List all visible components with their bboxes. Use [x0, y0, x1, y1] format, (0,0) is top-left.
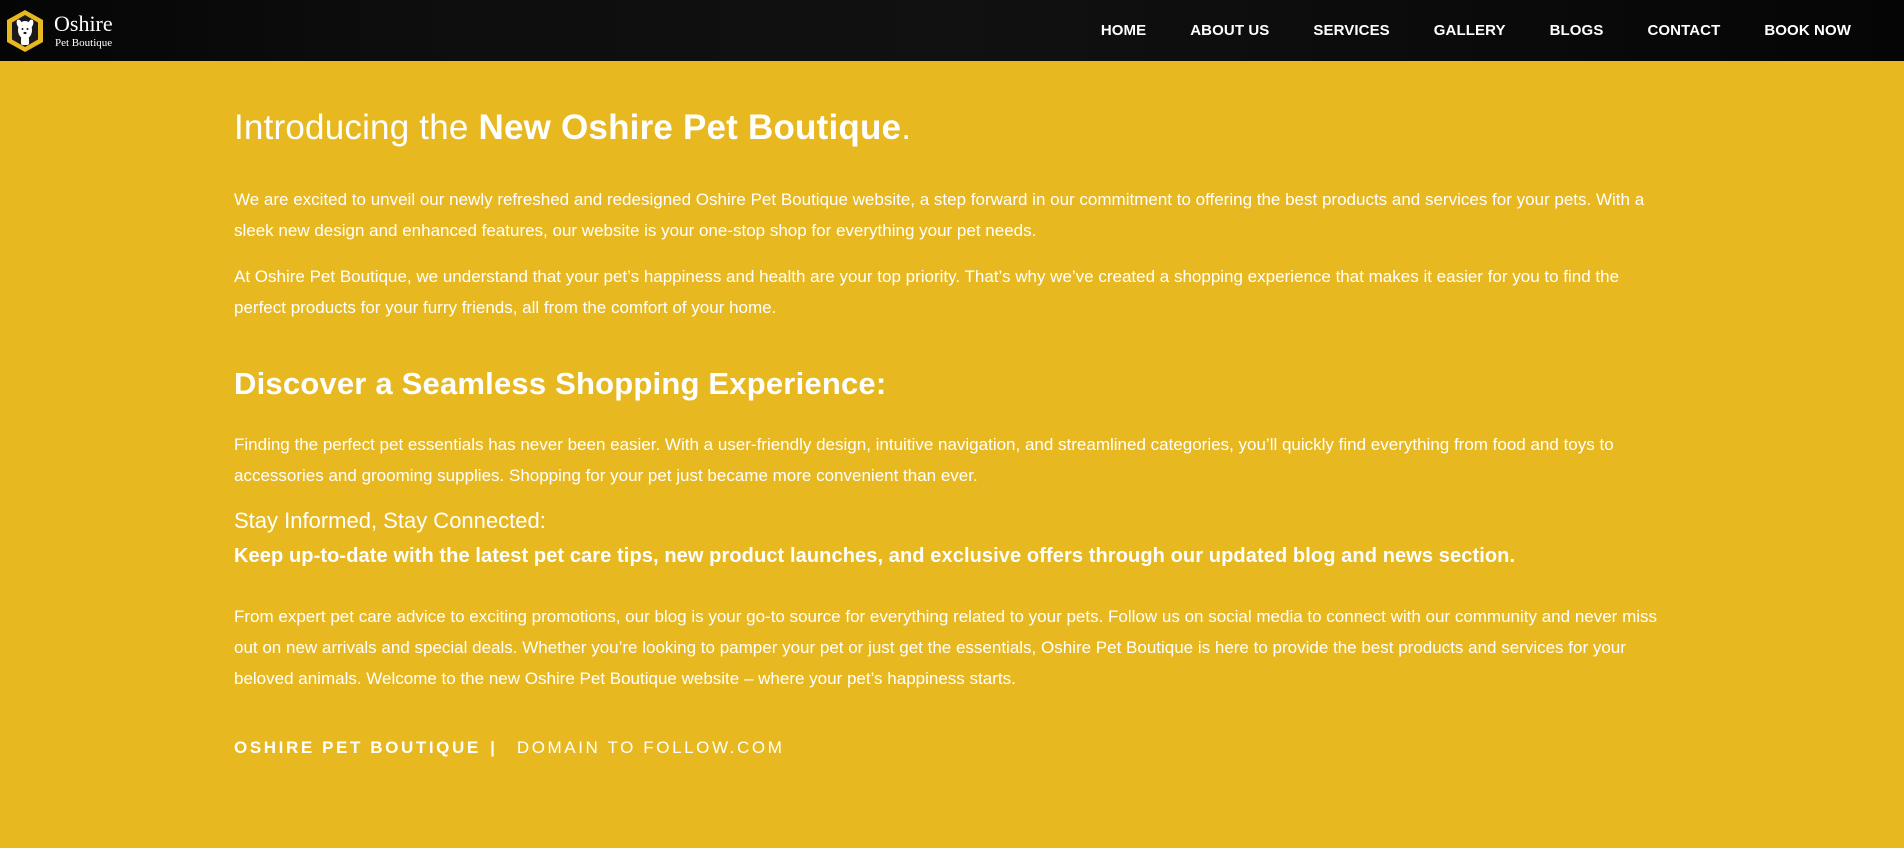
brand-subtitle: Pet Boutique — [55, 36, 113, 49]
site-logo[interactable]: Oshire Pet Boutique — [6, 0, 113, 61]
article-signature: OSHIRE PET BOUTIQUE | DOMAIN TO FOLLOW.C… — [234, 738, 785, 758]
priority-paragraph: At Oshire Pet Boutique, we understand th… — [234, 267, 1620, 317]
main-nav: HOME ABOUT US SERVICES GALLERY BLOGS CON… — [1057, 0, 1851, 61]
blog-paragraph: From expert pet care advice to exciting … — [234, 607, 1658, 688]
section-heading-discover: Discover a Seamless Shopping Experience: — [234, 366, 887, 401]
site-header: Oshire Pet Boutique HOME ABOUT US SERVIC… — [0, 0, 1904, 61]
nav-home[interactable]: HOME — [1101, 22, 1146, 39]
intro-paragraph: We are excited to unveil our newly refre… — [234, 190, 1645, 240]
dog-badge-icon — [7, 9, 43, 52]
title-suffix: . — [901, 108, 912, 147]
brand-name: Oshire — [54, 10, 113, 36]
nav-gallery[interactable]: GALLERY — [1434, 22, 1506, 39]
section-heading-stay-informed: Stay Informed, Stay Connected: — [234, 508, 546, 533]
signature-separator: | — [490, 738, 498, 757]
stay-informed-subheading: Keep up-to-date with the latest pet care… — [234, 545, 1516, 567]
nav-contact[interactable]: CONTACT — [1647, 22, 1720, 39]
nav-about-us[interactable]: ABOUT US — [1190, 22, 1269, 39]
signature-brand: OSHIRE PET BOUTIQUE — [234, 738, 481, 757]
logo-text: Oshire Pet Boutique — [54, 10, 113, 49]
page-title: Introducing the New Oshire Pet Boutique. — [234, 108, 911, 148]
title-prefix: Introducing the — [234, 108, 479, 147]
discover-paragraph: Finding the perfect pet essentials has n… — [234, 435, 1614, 485]
nav-book-now[interactable]: BOOK NOW — [1764, 22, 1851, 39]
signature-domain[interactable]: DOMAIN TO FOLLOW.COM — [517, 738, 785, 757]
nav-services[interactable]: SERVICES — [1313, 22, 1389, 39]
nav-blogs[interactable]: BLOGS — [1550, 22, 1604, 39]
title-bold: New Oshire Pet Boutique — [478, 108, 902, 147]
